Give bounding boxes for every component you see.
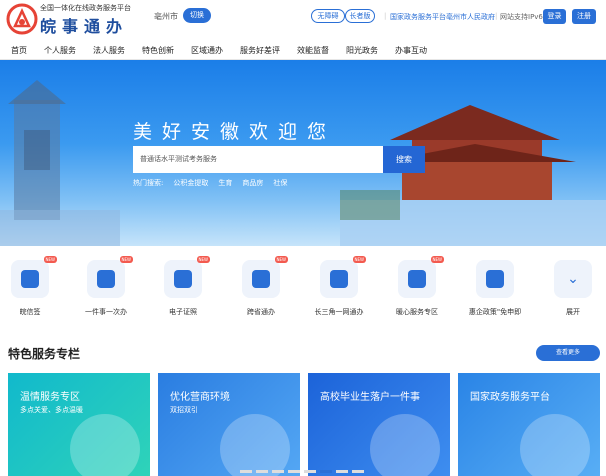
login-button[interactable]: 登录 bbox=[543, 9, 566, 24]
carousel-dot[interactable] bbox=[320, 470, 332, 473]
nav-item-corporate[interactable]: 法人服务 bbox=[93, 45, 125, 56]
carousel-dots bbox=[240, 470, 364, 473]
service-label: 暖心服务专区 bbox=[396, 308, 438, 316]
service-item[interactable]: NEW 跨省通办 bbox=[231, 256, 291, 318]
view-more-button[interactable]: 查看更多 bbox=[536, 345, 600, 361]
banner-title: 美好安徽欢迎您 bbox=[133, 121, 337, 143]
search-button[interactable]: 搜索 bbox=[383, 146, 425, 173]
service-label: 长三角一网通办 bbox=[314, 308, 364, 316]
accessibility-button[interactable]: 无障碍 bbox=[311, 9, 345, 23]
national-platform-link[interactable]: 国家政务服务平台 bbox=[390, 12, 446, 22]
star-illustration bbox=[370, 414, 440, 476]
star-illustration bbox=[520, 414, 590, 476]
monitor-icon bbox=[330, 270, 348, 288]
expand-button[interactable]: ⌄ 展开 bbox=[543, 260, 603, 318]
expand-label: 展开 bbox=[566, 308, 580, 316]
hot-search-item[interactable]: 社保 bbox=[273, 178, 287, 188]
card-title: 高校毕业生落户一件事 bbox=[320, 392, 420, 403]
carousel-dot[interactable] bbox=[336, 470, 348, 473]
hot-search-item[interactable]: 生育 bbox=[218, 178, 232, 188]
carousel-dot[interactable] bbox=[256, 470, 268, 473]
carousel-dot[interactable] bbox=[304, 470, 316, 473]
nav-item-supervision[interactable]: 效能监督 bbox=[297, 45, 329, 56]
logo-title[interactable]: 皖事通办 bbox=[40, 13, 128, 37]
card-title: 优化营商环境 bbox=[170, 392, 230, 403]
service-item[interactable]: NEW 长三角一网通办 bbox=[309, 256, 369, 318]
service-label: 电子证照 bbox=[169, 308, 197, 316]
header: 全国一体化在线政务服务平台 皖事通办 亳州市 切换 无障碍 长者版 | 国家政务… bbox=[0, 0, 606, 40]
service-label: 跨省通办 bbox=[247, 308, 275, 316]
service-label: 一件事一次办 bbox=[85, 308, 127, 316]
feature-card[interactable]: 优化营商环境 双招双引 bbox=[158, 373, 300, 476]
divider: | bbox=[384, 12, 387, 20]
carousel-dot[interactable] bbox=[352, 470, 364, 473]
city-label: 亳州市 bbox=[154, 12, 178, 21]
new-badge: NEW bbox=[119, 256, 133, 263]
nav-item-personal[interactable]: 个人服务 bbox=[44, 45, 76, 56]
carousel-dot[interactable] bbox=[240, 470, 252, 473]
nav-item-innovation[interactable]: 特色创新 bbox=[142, 45, 174, 56]
feature-card[interactable]: 高校毕业生落户一件事 bbox=[308, 373, 450, 476]
hot-search-label: 热门搜索: bbox=[133, 179, 164, 187]
card-title: 温情服务专区 bbox=[20, 392, 80, 403]
new-badge: NEW bbox=[430, 256, 444, 263]
logo-icon bbox=[6, 3, 38, 35]
service-shortcuts: NEW 皖信签 NEW 一件事一次办 NEW 电子证照 NEW 跨省通办 NEW… bbox=[0, 256, 606, 332]
feature-card[interactable]: 国家政务服务平台 bbox=[458, 373, 600, 476]
hot-search-item[interactable]: 公积金提取 bbox=[173, 178, 208, 188]
service-item[interactable]: NEW 电子证照 bbox=[153, 256, 213, 318]
card-subtitle: 双招双引 bbox=[170, 406, 198, 414]
pavilion-illustration bbox=[340, 105, 606, 246]
logo-subtitle: 全国一体化在线政务服务平台 bbox=[40, 4, 131, 12]
service-item[interactable]: NEW 暖心服务专区 bbox=[387, 256, 447, 318]
divider: | bbox=[495, 12, 498, 20]
nav-item-interaction[interactable]: 办事互动 bbox=[395, 45, 427, 56]
nav-item-open-gov[interactable]: 阳光政务 bbox=[346, 45, 378, 56]
chevron-down-icon: ⌄ bbox=[567, 271, 579, 287]
new-badge: NEW bbox=[352, 256, 366, 263]
new-badge: NEW bbox=[43, 256, 57, 263]
feature-card[interactable]: 温情服务专区 多点关爱、多点温暖 bbox=[8, 373, 150, 476]
main-nav: 首页 个人服务 法人服务 特色创新 区域通办 服务好差评 效能监督 阳光政务 办… bbox=[0, 40, 606, 60]
city-switch-button[interactable]: 切换 bbox=[183, 8, 211, 23]
heart-illustration bbox=[70, 414, 140, 476]
hero-banner: 美好安徽欢迎您 普通话水平测试考务服务 搜索 热门搜索: 公积金提取 生育 商品… bbox=[0, 60, 606, 246]
service-item[interactable]: 惠企政策"免申即 bbox=[465, 260, 525, 318]
document-icon bbox=[174, 270, 192, 288]
hot-search-row: 热门搜索: 公积金提取 生育 商品房 社保 bbox=[133, 178, 287, 188]
carousel-dot[interactable] bbox=[288, 470, 300, 473]
clipboard-icon bbox=[486, 270, 504, 288]
service-item[interactable]: NEW 一件事一次办 bbox=[76, 256, 136, 318]
monitor-icon bbox=[252, 270, 270, 288]
carousel-dot[interactable] bbox=[272, 470, 284, 473]
card-title: 国家政务服务平台 bbox=[470, 392, 550, 403]
elder-mode-button[interactable]: 长者版 bbox=[345, 9, 375, 23]
nav-item-rating[interactable]: 服务好差评 bbox=[240, 45, 280, 56]
shield-illustration bbox=[220, 414, 290, 476]
register-button[interactable]: 注册 bbox=[572, 9, 596, 24]
nav-item-regional[interactable]: 区域通办 bbox=[191, 45, 223, 56]
card-subtitle: 多点关爱、多点温暖 bbox=[20, 406, 83, 414]
building-illustration bbox=[0, 80, 120, 246]
divider: | bbox=[439, 12, 442, 20]
search-placeholder: 普通话水平测试考务服务 bbox=[140, 155, 217, 163]
new-badge: NEW bbox=[274, 256, 288, 263]
person-icon bbox=[21, 270, 39, 288]
service-label: 惠企政策"免申即 bbox=[468, 308, 522, 316]
grid-icon bbox=[97, 270, 115, 288]
service-item[interactable]: NEW 皖信签 bbox=[0, 256, 60, 318]
new-badge: NEW bbox=[196, 256, 210, 263]
service-label: 皖信签 bbox=[19, 308, 41, 316]
hot-search-item[interactable]: 商品房 bbox=[242, 178, 263, 188]
cube-icon bbox=[408, 270, 426, 288]
section-title: 特色服务专栏 bbox=[8, 347, 81, 361]
ipv6-text: 网站支持IPv6 bbox=[500, 13, 543, 21]
city-government-link[interactable]: 亳州市人民政府 bbox=[446, 12, 495, 22]
nav-item-home[interactable]: 首页 bbox=[11, 45, 27, 56]
